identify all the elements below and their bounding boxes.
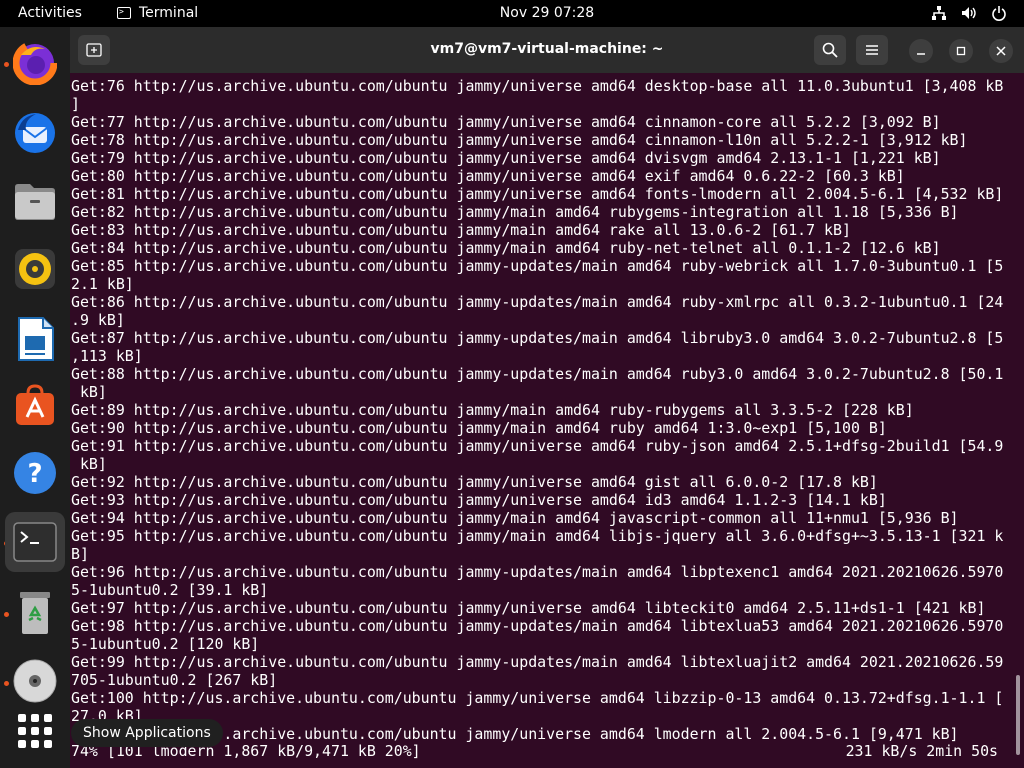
help-icon[interactable]: ?	[9, 447, 61, 499]
terminal-line: Get:96 http://us.archive.ubuntu.com/ubun…	[71, 563, 1004, 581]
terminal-line: Get:90 http://us.archive.ubuntu.com/ubun…	[71, 419, 887, 437]
terminal-line: Get:95 http://us.archive.ubuntu.com/ubun…	[71, 527, 1004, 545]
search-icon	[822, 42, 838, 58]
clock[interactable]: Nov 29 07:28	[0, 5, 1024, 21]
terminal-line: Get:79 http://us.archive.ubuntu.com/ubun…	[71, 149, 941, 167]
terminal-line: kB]	[71, 383, 107, 401]
firefox-icon[interactable]	[9, 37, 61, 89]
close-icon	[996, 46, 1006, 56]
terminal-line: Get:93 http://us.archive.ubuntu.com/ubun…	[71, 491, 887, 509]
terminal-line: Get:77 http://us.archive.ubuntu.com/ubun…	[71, 113, 941, 131]
terminal-line: 5-1ubuntu0.2 [39.1 kB]	[71, 581, 269, 599]
terminal-line: 5-1ubuntu0.2 [120 kB]	[71, 635, 260, 653]
system-tray[interactable]	[930, 4, 1008, 22]
network-icon[interactable]	[930, 4, 948, 22]
terminal-line: Get:97 http://us.archive.ubuntu.com/ubun…	[71, 599, 986, 617]
terminal-line: Get:87 http://us.archive.ubuntu.com/ubun…	[71, 329, 1004, 347]
terminal-line: Get:85 http://us.archive.ubuntu.com/ubun…	[71, 257, 1004, 275]
terminal-lines: Get:76 http://us.archive.ubuntu.com/ubun…	[71, 77, 1003, 743]
terminal-line: .9 kB]	[71, 311, 125, 329]
dvd-icon[interactable]	[9, 655, 61, 707]
terminal-line: Get:84 http://us.archive.ubuntu.com/ubun…	[71, 239, 941, 257]
terminal-line: Get:91 http://us.archive.ubuntu.com/ubun…	[71, 437, 1004, 455]
hamburger-icon	[866, 45, 878, 55]
libreoffice-writer-icon[interactable]	[9, 313, 61, 365]
terminal-line: Get:78 http://us.archive.ubuntu.com/ubun…	[71, 131, 968, 149]
terminal-line: Get:76 http://us.archive.ubuntu.com/ubun…	[71, 77, 1004, 95]
menu-button[interactable]	[856, 35, 888, 65]
terminal-line: Get:88 http://us.archive.ubuntu.com/ubun…	[71, 365, 1004, 383]
terminal-line: Get:94 http://us.archive.ubuntu.com/ubun…	[71, 509, 959, 527]
terminal-line: 2.1 kB]	[71, 275, 134, 293]
terminal-line: Get:80 http://us.archive.ubuntu.com/ubun…	[71, 167, 905, 185]
minimize-button[interactable]	[909, 39, 933, 63]
top-bar: Activities > Terminal Nov 29 07:28	[0, 0, 1024, 27]
window-header: vm7@vm7-virtual-machine: ~	[70, 27, 1024, 73]
terminal-line: ,113 kB]	[71, 347, 143, 365]
terminal-line: Get:98 http://us.archive.ubuntu.com/ubun…	[71, 617, 1004, 635]
terminal-line: Get:83 http://us.archive.ubuntu.com/ubun…	[71, 221, 851, 239]
terminal-line: Get:92 http://us.archive.ubuntu.com/ubun…	[71, 473, 878, 491]
scrollbar[interactable]	[1016, 675, 1020, 755]
search-button[interactable]	[814, 35, 846, 65]
terminal-line: ]	[71, 95, 80, 113]
close-button[interactable]	[989, 39, 1013, 63]
terminal-line: kB]	[71, 455, 107, 473]
terminal-line: Get:100 http://us.archive.ubuntu.com/ubu…	[71, 689, 1004, 707]
terminal-line: Get:81 http://us.archive.ubuntu.com/ubun…	[71, 185, 1004, 203]
maximize-button[interactable]	[949, 39, 973, 63]
terminal-line: Get:99 http://us.archive.ubuntu.com/ubun…	[71, 653, 1004, 671]
dock: ?	[0, 27, 70, 768]
grid-icon	[18, 714, 52, 748]
show-applications-button[interactable]	[9, 705, 61, 757]
trash-icon[interactable]	[9, 587, 61, 639]
terminal-line: B]	[71, 545, 89, 563]
rhythmbox-icon[interactable]	[9, 243, 61, 295]
terminal-line: Get:89 http://us.archive.ubuntu.com/ubun…	[71, 401, 914, 419]
terminal-output[interactable]: Get:76 http://us.archive.ubuntu.com/ubun…	[70, 73, 1024, 768]
terminal-line: 705-1ubuntu0.2 [267 kB]	[71, 671, 278, 689]
power-icon[interactable]	[990, 4, 1008, 22]
terminal-icon[interactable]	[5, 512, 65, 572]
volume-icon[interactable]	[960, 4, 978, 22]
terminal-line: Get:86 http://us.archive.ubuntu.com/ubun…	[71, 293, 1004, 311]
show-applications-tooltip: Show Applications	[71, 719, 223, 747]
thunderbird-icon[interactable]	[9, 107, 61, 159]
terminal-line: Get:82 http://us.archive.ubuntu.com/ubun…	[71, 203, 959, 221]
svg-text:?: ?	[27, 459, 42, 489]
app-center-icon[interactable]	[9, 379, 61, 431]
transfer-rate-status: 231 kB/s 2min 50s	[845, 742, 998, 760]
files-icon[interactable]	[9, 175, 61, 227]
